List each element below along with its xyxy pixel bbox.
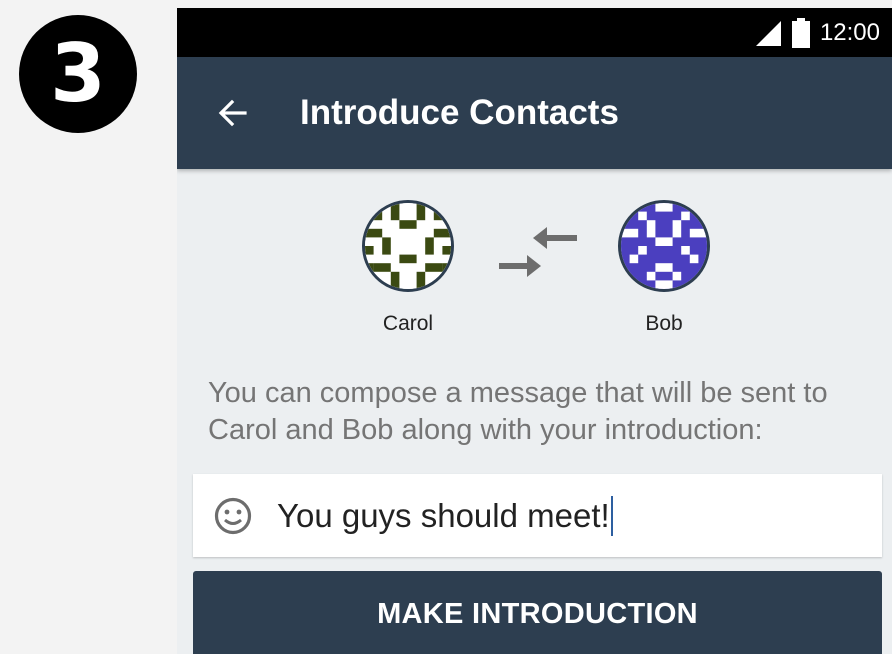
page-title: Introduce Contacts	[300, 93, 619, 132]
make-introduction-button[interactable]: MAKE INTRODUCTION	[193, 571, 882, 654]
app-bar: Introduce Contacts	[177, 57, 892, 169]
step-number-badge: 3	[19, 15, 137, 133]
contacts-row: Carol Bob	[177, 200, 892, 340]
contact-name-bob: Bob	[645, 312, 683, 335]
status-time: 12:00	[819, 18, 880, 46]
contact-name-carol: Carol	[382, 312, 434, 335]
status-bar: 12:00	[177, 8, 892, 57]
avatar-bob	[618, 200, 710, 292]
message-input[interactable]: You guys should meet!	[193, 474, 882, 557]
introduce-arrows-icon	[497, 222, 579, 287]
battery-icon	[791, 17, 810, 48]
back-arrow-icon[interactable]	[215, 95, 251, 131]
instruction-text: You can compose a message that will be s…	[208, 377, 828, 446]
avatar-carol	[362, 200, 454, 292]
phone-screen: 12:00 Introduce Contacts Carol Bob You c…	[177, 8, 892, 654]
message-input-text[interactable]: You guys should meet!	[277, 495, 613, 536]
emoji-icon[interactable]	[213, 496, 253, 536]
signal-icon	[754, 19, 782, 47]
